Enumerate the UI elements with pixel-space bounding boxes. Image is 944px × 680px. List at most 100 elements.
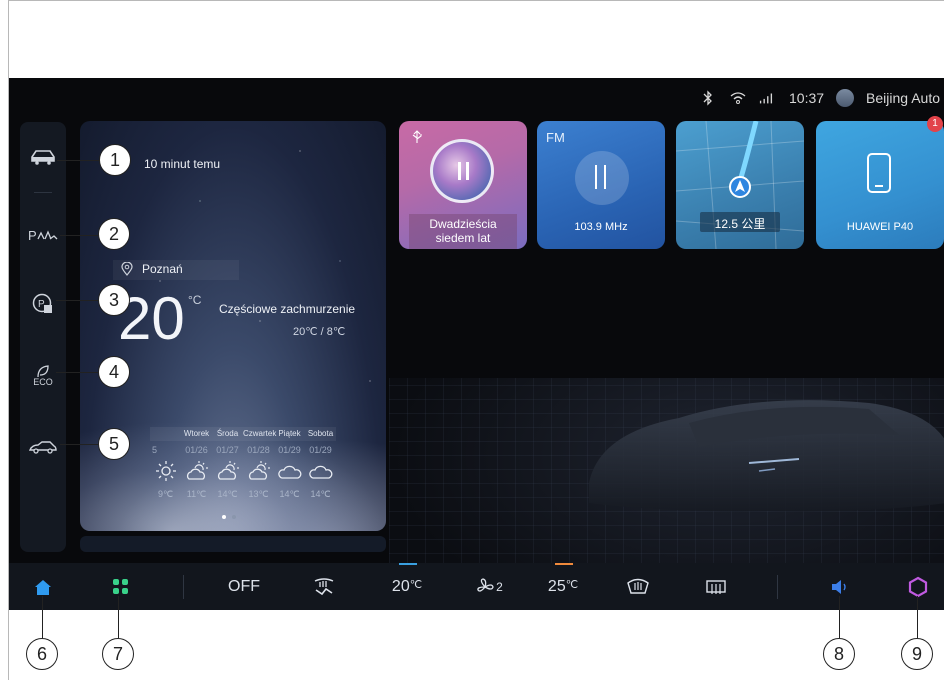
temp-left-unit: ℃ bbox=[409, 578, 423, 591]
forecast-day: Środa 01/27 14℃ bbox=[212, 427, 243, 500]
forecast-temp: 13℃ bbox=[248, 489, 269, 499]
forecast-date: 01/27 bbox=[216, 445, 239, 455]
navigation-card[interactable]: 12.5 公里 bbox=[676, 121, 804, 249]
weather-widget[interactable]: 10 minut temu Poznań 20 °C Częściowe zac… bbox=[80, 121, 386, 531]
bluetooth-icon bbox=[699, 89, 717, 107]
temp-left-control[interactable]: 20℃ bbox=[387, 563, 427, 610]
auto-park-icon[interactable]: P bbox=[20, 288, 66, 318]
wifi-icon bbox=[729, 89, 747, 107]
cloud-icon bbox=[305, 459, 336, 483]
profile-name[interactable]: Beijing Auto bbox=[866, 90, 940, 106]
weather-city: Poznań bbox=[142, 262, 183, 276]
callout-6: 6 bbox=[26, 638, 58, 670]
forecast-temp: 14℃ bbox=[279, 489, 300, 499]
weather-condition: Częściowe zachmurzenie bbox=[219, 302, 356, 316]
forecast-date: 5 bbox=[152, 445, 158, 455]
callout-1: 1 bbox=[99, 144, 131, 176]
partly-cloudy-icon bbox=[181, 459, 212, 483]
forecast-date: 01/29 bbox=[278, 445, 301, 455]
radio-band: FM bbox=[546, 130, 565, 145]
profile-avatar-icon[interactable] bbox=[836, 89, 855, 107]
side-menu-divider bbox=[34, 192, 52, 193]
forecast-day: 5 9℃ bbox=[150, 427, 181, 500]
vehicle-illustration bbox=[589, 400, 944, 512]
forecast-temp: 11℃ bbox=[186, 489, 207, 499]
cloud-icon bbox=[274, 459, 305, 483]
callout-line bbox=[56, 372, 98, 374]
location-pin-icon bbox=[121, 262, 133, 276]
rear-defrost-icon[interactable] bbox=[701, 563, 731, 610]
temp-right-accent bbox=[555, 563, 573, 565]
forecast-temp: 9℃ bbox=[157, 489, 174, 499]
phone-icon bbox=[867, 153, 891, 193]
forecast-date: 01/28 bbox=[247, 445, 270, 455]
temperature-unit: °C bbox=[188, 293, 202, 307]
partly-cloudy-icon bbox=[212, 459, 243, 483]
head-unit-screen: 10:37 Beijing Auto P P ECO 10 minut temu… bbox=[9, 78, 944, 610]
forecast-temp: 14℃ bbox=[310, 489, 331, 499]
weather-range: 20℃ / 8℃ bbox=[293, 326, 346, 338]
music-card[interactable]: Dwadzieścia siedem lat bbox=[399, 121, 527, 249]
svg-text:P: P bbox=[38, 299, 45, 310]
bottom-bar-divider bbox=[777, 575, 778, 599]
temp-left-accent bbox=[399, 563, 417, 565]
page-dot[interactable] bbox=[232, 515, 236, 519]
callout-4: 4 bbox=[98, 356, 130, 388]
vehicle-icon[interactable] bbox=[20, 142, 66, 172]
forecast-day-label: Środa bbox=[212, 427, 243, 441]
eco-icon[interactable]: ECO bbox=[20, 360, 66, 390]
radio-card[interactable]: FM 103.9 MHz bbox=[537, 121, 665, 249]
callout-5: 5 bbox=[98, 428, 130, 460]
forecast-date: 01/29 bbox=[309, 445, 332, 455]
temp-right-control[interactable]: 25℃ bbox=[543, 563, 583, 610]
forecast-day-label: Wtorek bbox=[181, 427, 212, 441]
weather-updated: 10 minut temu bbox=[144, 157, 221, 171]
temp-left-value: 20 bbox=[391, 577, 410, 595]
bottom-bar-divider bbox=[183, 575, 184, 599]
page-indicator bbox=[222, 515, 236, 519]
notification-badge: 1 bbox=[927, 116, 943, 132]
fan-level: 2 bbox=[496, 579, 503, 594]
pause-icon[interactable] bbox=[454, 162, 472, 180]
fan-speed-control[interactable]: 2 bbox=[469, 563, 509, 610]
eco-label: ECO bbox=[33, 376, 53, 387]
side-menu: P P ECO bbox=[20, 122, 66, 552]
callout-2: 2 bbox=[98, 218, 130, 250]
status-bar: 10:37 Beijing Auto bbox=[699, 86, 940, 110]
route-distance: 12.5 公里 bbox=[714, 217, 766, 231]
vehicle-side-icon[interactable] bbox=[20, 432, 66, 462]
temp-right-value: 25 bbox=[547, 577, 566, 595]
page-dot-active[interactable] bbox=[222, 515, 226, 519]
forecast-day-label: Piątek bbox=[274, 427, 305, 441]
forecast-temp: 14℃ bbox=[217, 489, 238, 499]
callout-line bbox=[57, 160, 99, 162]
phone-card[interactable]: HUAWEI P40 bbox=[816, 121, 944, 249]
callout-7: 7 bbox=[102, 638, 134, 670]
ac-off-button[interactable]: OFF bbox=[224, 563, 264, 610]
clock: 10:37 bbox=[789, 90, 825, 106]
front-defrost-icon[interactable] bbox=[623, 563, 653, 610]
forecast-day-label: Czwartek bbox=[243, 427, 276, 441]
usb-icon bbox=[412, 130, 422, 143]
callout-line bbox=[60, 235, 98, 237]
radio-frequency: 103.9 MHz bbox=[574, 221, 628, 233]
callout-8: 8 bbox=[823, 638, 855, 670]
callout-line bbox=[56, 300, 98, 302]
svg-text:P: P bbox=[28, 228, 37, 243]
callout-9: 9 bbox=[901, 638, 933, 670]
callout-line bbox=[917, 596, 919, 638]
callout-3: 3 bbox=[98, 284, 130, 316]
phone-device-name: HUAWEI P40 bbox=[846, 221, 914, 233]
pause-icon bbox=[595, 165, 606, 189]
partly-cloudy-icon bbox=[243, 459, 274, 483]
song-title: Dwadzieścia siedem lat bbox=[429, 217, 497, 245]
forecast-list: 5 9℃ Wtorek 01/26 11℃ Środa 01/27 14℃ Cz… bbox=[150, 427, 336, 500]
windshield-defrost-icon[interactable] bbox=[309, 563, 339, 610]
sun-icon bbox=[150, 459, 181, 483]
forecast-day: Wtorek 01/26 11℃ bbox=[181, 427, 212, 500]
callout-line bbox=[839, 596, 841, 638]
temp-right-unit: ℃ bbox=[565, 578, 579, 591]
widget-shelf bbox=[80, 536, 386, 552]
apps-icon[interactable] bbox=[107, 563, 135, 610]
forecast-day: Piątek 01/29 14℃ bbox=[274, 427, 305, 500]
